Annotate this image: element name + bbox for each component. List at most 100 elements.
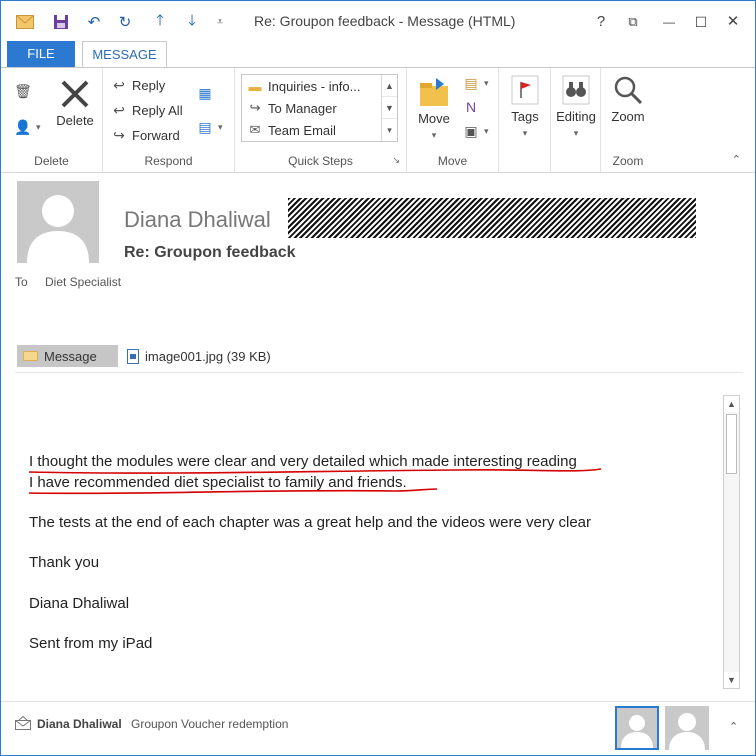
binoculars-icon [562,75,590,105]
meeting-reply-button[interactable]: ▦ [195,82,218,104]
attachment-bar: Message image001.jpg (39 KB) [15,341,743,373]
ignore-button[interactable]: 🗑 [13,80,36,102]
person-silhouette-icon [27,195,89,263]
help-button[interactable]: ? [589,10,613,34]
next-item-icon[interactable]: 🡓 [182,12,202,32]
reply-icon: ↩ [113,76,125,93]
collapse-ribbon-icon[interactable]: ⌃ [732,153,741,166]
ribbon-tabs: FILE MESSAGE [1,41,755,68]
move-group: Move ▾ ▤ ▾ N ▣ ▾ Move [407,68,499,172]
people-pane-name[interactable]: Diana Dhaliwal [37,717,122,731]
flag-icon [511,75,539,105]
people-pane-subtitle: Groupon Voucher redemption [131,717,289,731]
sender-avatar [17,181,99,263]
quick-steps-more-icon[interactable]: ▾ [382,119,397,141]
body-line: The tests at the end of each chapter was… [29,514,591,531]
delete-label: Delete [56,113,94,128]
move-folder-icon [420,78,448,106]
save-icon[interactable] [51,12,71,32]
redacted-email-address [288,198,696,238]
customize-qat-icon[interactable]: ⩡ [210,12,230,32]
to-recipient[interactable]: Diet Specialist [45,275,121,289]
actions-button[interactable]: ▣ ▾ [461,120,488,142]
people-pane-avatar-selected[interactable] [615,706,659,750]
quick-step-team-email[interactable]: ✉ Team Email [245,119,336,141]
previous-item-icon[interactable]: 🡑 [150,12,170,32]
quick-steps-down-arrow-icon[interactable]: ▼ [382,97,397,119]
body-line: I have recommended diet specialist to fa… [29,474,407,491]
image-file-icon [127,348,139,364]
rules-button[interactable]: ▤ ▾ [461,72,488,94]
delete-button[interactable]: Delete [53,78,97,128]
scroll-down-arrow-icon[interactable]: ▼ [724,672,739,688]
tags-button[interactable]: Tags ▾ [503,74,547,139]
ribbon-display-button[interactable]: ⧉ [621,10,645,34]
body-scrollbar[interactable]: ▲ ▼ [723,395,740,689]
zoom-magnifier-icon [614,76,643,105]
attachment-file[interactable]: image001.jpg (39 KB) [127,345,271,367]
reply-all-label: Reply All [132,102,183,118]
message-subject: Re: Groupon feedback [124,244,296,261]
title-bar: ↶ ↻ 🡑 🡓 ⩡ Re: Groupon feedback - Message… [1,1,755,41]
zoom-group-label: Zoom [612,154,644,168]
more-respond-button[interactable]: ▤ ▾ [195,116,222,138]
scroll-up-arrow-icon[interactable]: ▲ [724,396,739,412]
more-respond-icon: ▤ [198,118,212,135]
to-manager-icon: ↪ [249,100,261,115]
body-line: Diana Dhaliwal [29,595,130,612]
move-label: Move [418,111,450,126]
quick-steps-up-arrow-icon[interactable]: ▲ [382,75,397,97]
maximize-button[interactable]: ☐ [689,10,713,34]
tab-file[interactable]: FILE [7,41,75,67]
move-group-label: Move [437,154,468,168]
person-silhouette-icon [669,713,705,750]
onenote-icon: N [465,99,477,115]
zoom-button[interactable]: Zoom [605,74,651,124]
undo-icon[interactable]: ↶ [84,12,104,32]
body-line: Thank you [29,554,100,571]
tags-group: Tags ▾ [499,68,551,172]
forward-button[interactable]: ↪ Forward [109,124,180,146]
move-button[interactable]: Move ▾ [411,76,457,141]
people-pane-avatar[interactable] [665,706,709,750]
minimize-button[interactable]: — [657,10,681,34]
tab-message[interactable]: MESSAGE [82,41,167,68]
ribbon: 🗑 👤 ▾ Delete Delete ↩ Reply ↩ Reply All ↪ Fo… [1,67,755,173]
editing-group: Editing ▾ [551,68,601,172]
forward-icon: ↪ [113,126,125,143]
quick-steps-gallery: ▬ Inquiries - info... ↪ To Manager ✉ Team E… [241,74,398,142]
reply-label: Reply [132,77,166,93]
delete-group: 🗑 👤 ▾ Delete Delete [1,68,103,172]
outlook-envelope-icon [15,12,35,32]
envelope-icon [23,351,38,361]
scroll-thumb[interactable] [726,414,737,474]
close-button[interactable]: ✕ [721,10,745,34]
quick-step-inquiries[interactable]: ▬ Inquiries - info... [245,75,361,97]
people-pane: Diana Dhaliwal Groupon Voucher redemptio… [1,701,755,755]
zoom-label: Zoom [611,109,645,124]
reply-all-button[interactable]: ↩ Reply All [109,99,183,121]
actions-icon: ▣ [464,122,478,139]
zoom-group: Zoom Zoom [601,68,655,172]
window-title: Re: Groupon feedback - Message (HTML) [254,13,516,29]
reply-button[interactable]: ↩ Reply [109,74,165,96]
junk-button[interactable]: 👤 ▾ [13,116,40,138]
editing-label: Editing [556,109,596,124]
tags-label: Tags [511,109,539,124]
expand-people-pane-icon[interactable]: ⌃ [729,720,738,733]
quick-steps-launcher-icon[interactable]: ↘ [392,155,400,166]
rules-icon: ▤ [464,74,478,91]
meeting-icon: ▦ [198,84,212,101]
reply-all-icon: ↩ [113,101,125,118]
onenote-button[interactable]: N [461,96,484,118]
sender-name: Diana Dhaliwal [124,207,271,232]
message-body[interactable]: I thought the modules were clear and ver… [15,379,721,691]
quick-steps-scroll: ▲ ▼ ▾ [381,75,397,141]
redo-icon[interactable]: ↻ [115,12,135,32]
message-attachment-tab[interactable]: Message [17,345,118,367]
quick-steps-group-label: Quick Steps [288,154,353,168]
editing-button[interactable]: Editing ▾ [551,74,601,139]
quick-step-to-manager[interactable]: ↪ To Manager [245,97,337,119]
body-line: Sent from my iPad [29,635,153,652]
delete-x-icon [61,80,89,108]
